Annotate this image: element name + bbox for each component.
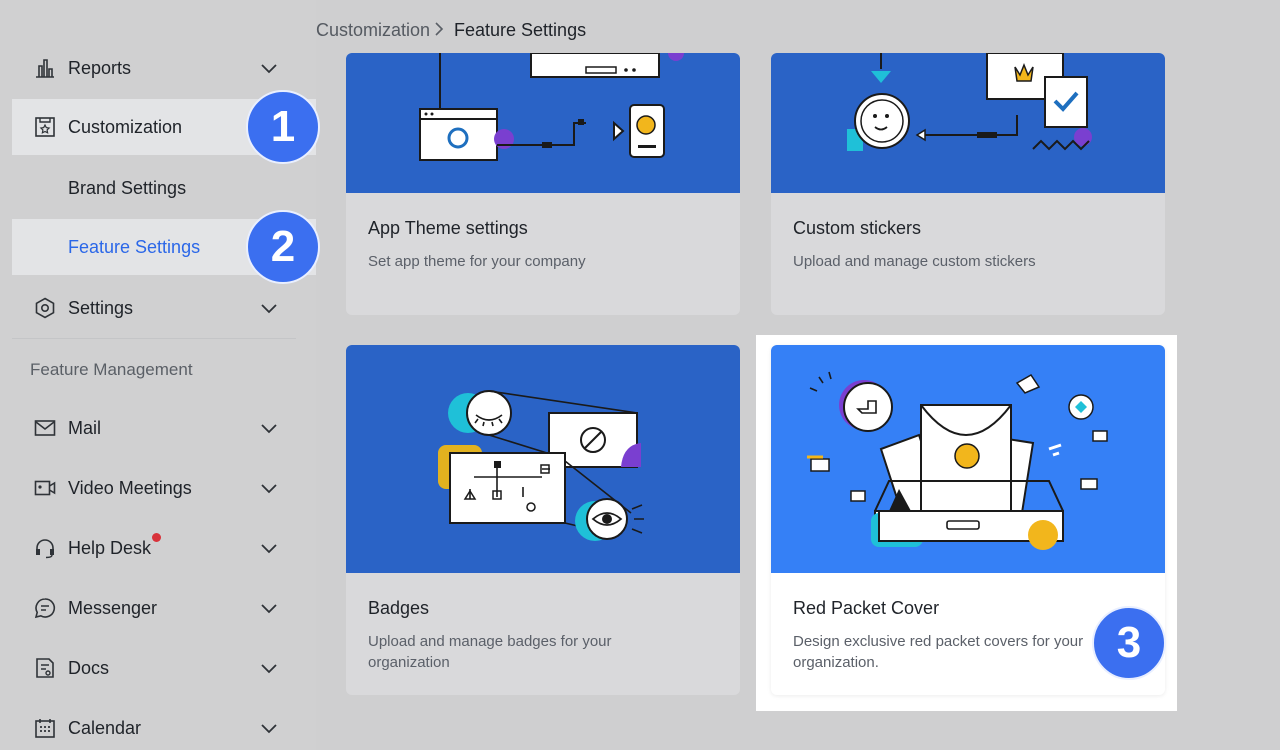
hexagon-gear-icon bbox=[35, 297, 55, 319]
doc-icon bbox=[36, 658, 54, 678]
card-description: Upload and manage badges for your organi… bbox=[368, 633, 612, 671]
annotation-badge-3: 3 bbox=[1092, 606, 1166, 680]
calendar-icon bbox=[35, 719, 55, 738]
sidebar-item-label: Video Meetings bbox=[68, 477, 192, 498]
sidebar-item-label: Customization bbox=[68, 116, 183, 137]
sidebar-item-label: Help Desk bbox=[68, 537, 152, 558]
sidebar-item-reports[interactable]: Reports bbox=[12, 40, 316, 96]
sidebar-item-brand-settings[interactable]: Brand Settings bbox=[12, 160, 316, 216]
sidebar-item-label: Settings bbox=[68, 297, 134, 318]
sidebar-item-label: Mail bbox=[68, 417, 102, 438]
breadcrumb-parent[interactable]: Customization bbox=[316, 20, 430, 41]
card-custom-stickers[interactable]: Custom stickers Upload and manage custom… bbox=[771, 53, 1165, 315]
chevron-down-icon bbox=[261, 664, 277, 674]
app-theme-art bbox=[419, 53, 684, 161]
badges-art bbox=[438, 390, 644, 541]
red-packet-art bbox=[807, 371, 1108, 550]
stickers-illustration bbox=[771, 53, 1165, 193]
headset-icon bbox=[36, 539, 54, 559]
sidebar-item-label: Docs bbox=[68, 657, 110, 678]
card-description: Set app theme for your company bbox=[368, 253, 586, 270]
sidebar-item-label: Messenger bbox=[68, 597, 158, 618]
chevron-down-icon bbox=[261, 484, 277, 494]
card-badges[interactable]: Badges Upload and manage badges for your… bbox=[346, 345, 740, 695]
sidebar-item-docs[interactable]: Docs bbox=[12, 640, 316, 696]
sidebar-item-help-desk[interactable]: Help Desk bbox=[12, 520, 316, 576]
notification-dot bbox=[152, 533, 161, 542]
chevron-down-icon bbox=[261, 604, 277, 614]
sidebar-item-calendar[interactable]: Calendar bbox=[12, 700, 316, 750]
chevron-down-icon bbox=[261, 544, 277, 554]
card-app-theme[interactable]: App Theme settings Set app theme for you… bbox=[346, 53, 740, 315]
annotation-badge-2: 2 bbox=[246, 210, 320, 284]
sidebar-divider bbox=[12, 338, 296, 339]
annotation-badge-1: 1 bbox=[246, 90, 320, 164]
sidebar-item-messenger[interactable]: Messenger bbox=[12, 580, 316, 636]
card-title: Custom stickers bbox=[793, 218, 922, 238]
sidebar-item-label: Reports bbox=[68, 57, 132, 78]
sidebar-item-label: Feature Settings bbox=[68, 236, 201, 257]
card-title: App Theme settings bbox=[368, 218, 528, 238]
red-packet-illustration bbox=[771, 345, 1165, 573]
section-title: Feature Management bbox=[30, 360, 193, 379]
card-title: Badges bbox=[368, 598, 430, 618]
chat-icon bbox=[34, 598, 56, 619]
breadcrumb-current: Feature Settings bbox=[454, 20, 587, 40]
app-theme-illustration bbox=[346, 53, 740, 193]
chevron-down-icon bbox=[261, 424, 277, 434]
chevron-down-icon bbox=[261, 304, 277, 314]
chevron-right-icon bbox=[435, 22, 444, 36]
sidebar-item-mail[interactable]: Mail bbox=[12, 400, 316, 456]
chevron-down-icon bbox=[261, 64, 277, 74]
bar-chart-icon bbox=[36, 59, 54, 78]
sidebar-item-settings[interactable]: Settings bbox=[12, 280, 316, 336]
stickers-art bbox=[847, 53, 1092, 151]
mail-icon bbox=[34, 420, 56, 436]
video-icon bbox=[34, 480, 56, 496]
card-description: Upload and manage custom stickers bbox=[793, 253, 1036, 270]
card-description: Design exclusive red packet covers for y… bbox=[793, 633, 1084, 671]
badges-illustration bbox=[346, 345, 740, 573]
sidebar-item-video-meetings[interactable]: Video Meetings bbox=[12, 460, 316, 516]
sidebar-item-label: Calendar bbox=[68, 717, 142, 738]
star-frame-icon bbox=[35, 117, 55, 137]
sidebar-item-label: Brand Settings bbox=[68, 177, 187, 198]
chevron-down-icon bbox=[261, 724, 277, 734]
card-title: Red Packet Cover bbox=[793, 598, 940, 618]
